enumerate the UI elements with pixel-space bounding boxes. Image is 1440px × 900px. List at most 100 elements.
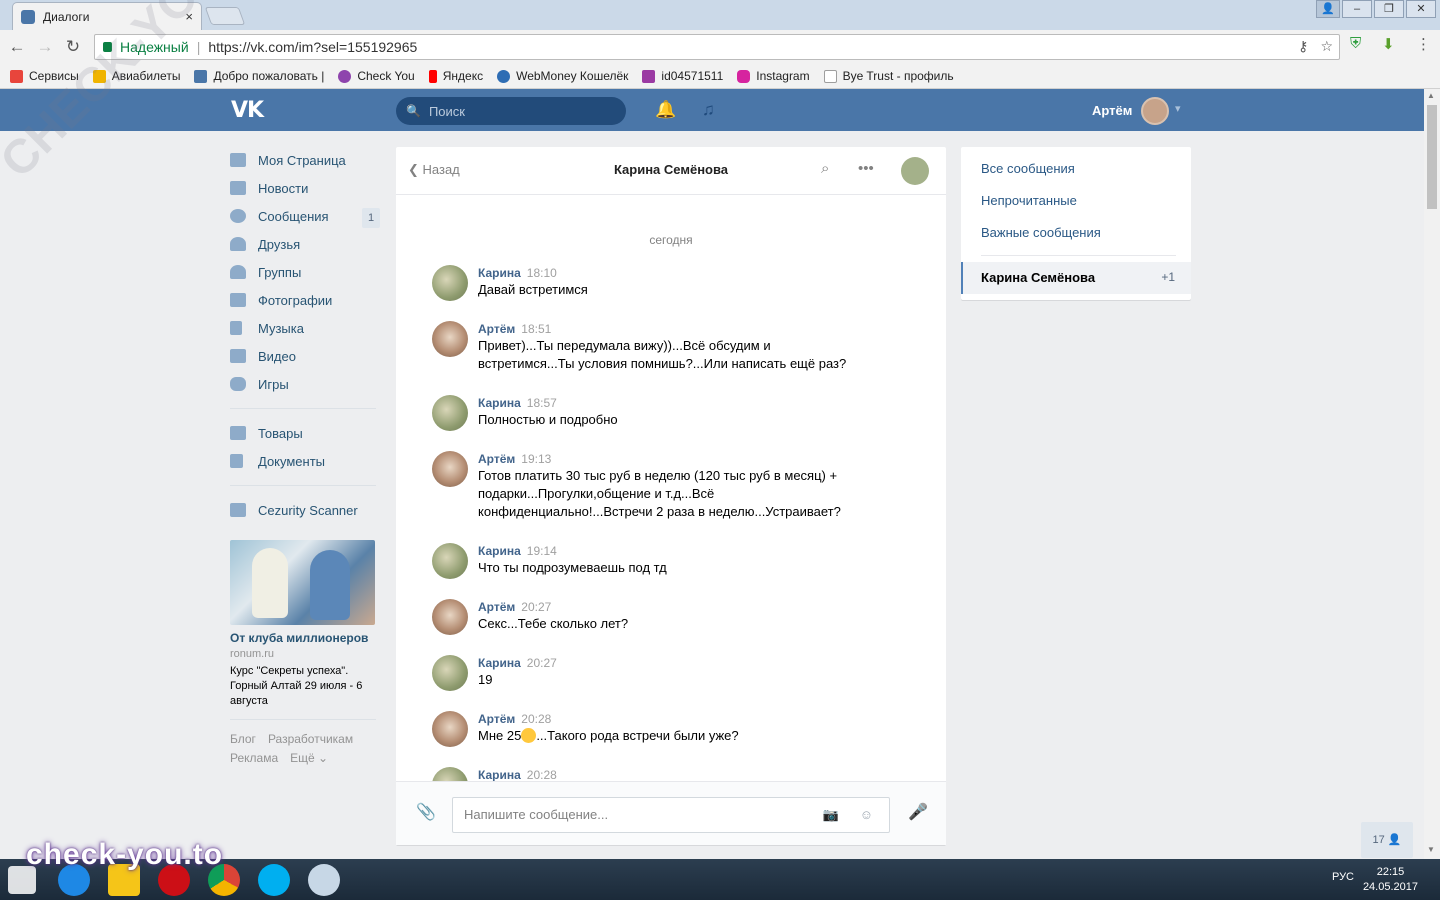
avatar[interactable] xyxy=(432,321,468,357)
message-author[interactable]: Карина xyxy=(478,544,521,558)
document-icon xyxy=(230,454,243,468)
footer-link-ads[interactable]: Реклама xyxy=(230,751,278,765)
new-tab-button[interactable] xyxy=(204,7,246,25)
chevron-down-icon[interactable]: ▾ xyxy=(1175,102,1181,115)
bookmark-checkyou[interactable]: Check You xyxy=(338,69,415,83)
header-user-name[interactable]: Артём xyxy=(1092,103,1132,118)
sidebar-item-photos[interactable]: Фотографии xyxy=(230,286,380,314)
vk-logo[interactable]: VK xyxy=(231,98,264,123)
avatar[interactable] xyxy=(1141,97,1169,125)
search-icon[interactable]: ⌕ xyxy=(821,160,829,177)
back-arrow-icon[interactable]: ← xyxy=(4,37,30,57)
address-bar[interactable]: Надежный | https://vk.com/im?sel=1551929… xyxy=(94,34,1340,60)
page-scrollbar[interactable]: ▲ ▼ xyxy=(1424,89,1440,859)
skrill-icon xyxy=(642,69,656,83)
microphone-icon[interactable]: 🎤 xyxy=(908,802,928,822)
menu-kebab-icon[interactable]: ⋮ xyxy=(1416,35,1431,53)
bookmark-star-icon[interactable]: ☆ xyxy=(1320,38,1333,55)
message-author[interactable]: Карина xyxy=(478,656,521,670)
search-input[interactable]: 🔍 Поиск xyxy=(396,97,626,125)
minimize-button[interactable]: – xyxy=(1342,0,1372,18)
paint-icon[interactable] xyxy=(308,864,340,896)
key-icon[interactable]: ⚷ xyxy=(1298,38,1308,55)
bookmark-yandex[interactable]: Яндекс xyxy=(428,69,483,83)
close-window-button[interactable]: ✕ xyxy=(1406,0,1436,18)
reload-icon[interactable]: ↻ xyxy=(60,37,86,57)
bookmark-instagram[interactable]: Instagram xyxy=(737,69,810,83)
bell-icon[interactable]: 🔔 xyxy=(655,100,676,120)
message-author[interactable]: Карина xyxy=(478,396,521,410)
bookmark-webmoney[interactable]: WebMoney Кошелёк xyxy=(497,69,628,83)
footer-link-more[interactable]: Ещё ⌄ xyxy=(290,751,328,765)
message-text: Привет)...Ты передумала вижу))...Всё обс… xyxy=(478,338,847,371)
message-author[interactable]: Карина xyxy=(478,266,521,280)
yandex-icon xyxy=(428,69,437,83)
camera-icon[interactable]: 📷 xyxy=(823,798,839,832)
message-author[interactable]: Артём xyxy=(478,600,515,614)
download-extension-icon[interactable]: ⬇ xyxy=(1382,35,1395,53)
emoji-icon[interactable]: ☺ xyxy=(860,798,873,832)
ad-title[interactable]: От клуба миллионеров xyxy=(230,631,380,645)
url-text[interactable]: https://vk.com/im?sel=155192965 xyxy=(208,39,417,55)
filter-unread[interactable]: Непрочитанные xyxy=(981,193,1077,208)
menu-divider xyxy=(230,719,376,720)
footer-link-blog[interactable]: Блог xyxy=(230,732,256,746)
ad-image[interactable] xyxy=(230,540,375,625)
message-author[interactable]: Артём xyxy=(478,322,515,336)
profile-button[interactable]: 👤 xyxy=(1316,0,1340,18)
avatar[interactable] xyxy=(901,157,929,185)
sidebar-item-goods[interactable]: Товары xyxy=(230,419,380,447)
avatar[interactable] xyxy=(432,655,468,691)
active-dialog-name: Карина Семёнова xyxy=(981,270,1096,285)
attach-icon[interactable]: 📎 xyxy=(416,802,436,822)
sidebar-item-news[interactable]: Новости xyxy=(230,174,380,202)
message-author[interactable]: Артём xyxy=(478,452,515,466)
sidebar-item-messages[interactable]: Сообщения 1 xyxy=(230,202,380,230)
friends-icon xyxy=(230,237,246,251)
bookmark-byetrust[interactable]: Bye Trust - профиль xyxy=(823,69,954,83)
avatar[interactable] xyxy=(432,265,468,301)
message-author[interactable]: Карина xyxy=(478,768,521,781)
sidebar-item-groups[interactable]: Группы xyxy=(230,258,380,286)
forward-arrow-icon[interactable]: → xyxy=(32,37,58,57)
online-friends-button[interactable]: 17 👤 xyxy=(1361,822,1413,858)
skype-icon[interactable] xyxy=(258,864,290,896)
restore-button[interactable]: ❐ xyxy=(1374,0,1404,18)
message-time: 18:57 xyxy=(526,396,557,410)
message-text: Давай встретимся xyxy=(478,282,588,297)
avatar[interactable] xyxy=(432,711,468,747)
menu-divider xyxy=(230,485,376,486)
message-icon xyxy=(230,209,246,223)
avatar[interactable] xyxy=(432,543,468,579)
more-icon[interactable]: ••• xyxy=(858,160,874,177)
scrollbar-thumb[interactable] xyxy=(1427,105,1437,209)
sidebar-item-music[interactable]: Музыка xyxy=(230,314,380,342)
avatar[interactable] xyxy=(432,599,468,635)
footer-link-developers[interactable]: Разработчикам xyxy=(268,732,353,746)
active-dialog-item[interactable]: Карина Семёнова +1 xyxy=(961,262,1191,294)
filter-important[interactable]: Важные сообщения xyxy=(981,225,1101,240)
sidebar-item-my-page[interactable]: Моя Страница xyxy=(230,146,380,174)
taskbar-clock[interactable]: 22:15 24.05.2017 xyxy=(1363,865,1418,895)
bookmark-id[interactable]: id04571511 xyxy=(642,69,723,83)
sidebar-item-games[interactable]: Игры xyxy=(230,370,380,398)
sidebar-item-friends[interactable]: Друзья xyxy=(230,230,380,258)
clock-time: 22:15 xyxy=(1376,866,1405,878)
message-text: Что ты подрозумеваешь под тд xyxy=(478,560,667,575)
avatar[interactable] xyxy=(432,395,468,431)
sidebar-item-documents[interactable]: Документы xyxy=(230,447,380,475)
ad-site[interactable]: ronum.ru xyxy=(230,648,380,660)
shield-extension-icon[interactable]: ⛨ xyxy=(1350,35,1361,52)
scroll-up-icon[interactable]: ▲ xyxy=(1427,91,1435,100)
filter-all-messages[interactable]: Все сообщения xyxy=(981,161,1075,176)
avatar[interactable] xyxy=(432,767,468,781)
music-icon[interactable]: ♫ xyxy=(702,100,715,120)
language-indicator[interactable]: РУС xyxy=(1332,871,1354,883)
bookmark-vk[interactable]: Добро пожаловать | xyxy=(194,69,324,83)
message-author[interactable]: Артём xyxy=(478,712,515,726)
avatar[interactable] xyxy=(432,451,468,487)
message-input[interactable]: Напишите сообщение... 📷 ☺ xyxy=(452,797,890,833)
sidebar-item-video[interactable]: Видео xyxy=(230,342,380,370)
sidebar-item-cezurity[interactable]: Cezurity Scanner xyxy=(230,496,380,524)
scroll-down-icon[interactable]: ▼ xyxy=(1427,845,1435,854)
